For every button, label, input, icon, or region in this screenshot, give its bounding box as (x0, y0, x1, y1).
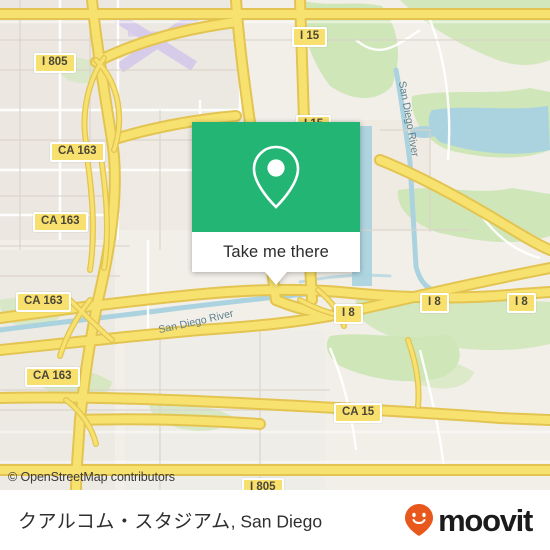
highway-shield-label: I 805 (250, 481, 276, 490)
moovit-pin-smiley-icon (405, 504, 434, 536)
highway-shield-label: CA 163 (41, 215, 80, 227)
take-me-there-button[interactable]: Take me there (192, 232, 360, 272)
highway-shield-label: CA 163 (24, 295, 63, 307)
footer-bar: クアルコム・スタジアム, San Diego moovit (0, 490, 550, 550)
place-city: San Diego (240, 511, 323, 532)
card-pin-area (192, 122, 360, 232)
highway-shield: I 8 (334, 304, 363, 324)
highway-shield: CA 163 (50, 142, 105, 162)
highway-shield-label: I 8 (515, 296, 528, 308)
place-name-jp: クアルコム・スタジアム (18, 511, 231, 533)
card-pointer-tip (265, 272, 287, 285)
take-me-there-label: Take me there (223, 242, 329, 261)
map-pin-icon (252, 145, 300, 209)
osm-attribution[interactable]: © OpenStreetMap contributors (8, 470, 175, 484)
highway-shield-label: CA 163 (33, 370, 72, 382)
highway-shield-label: I 15 (300, 30, 320, 42)
place-caption: クアルコム・スタジアム, San Diego (18, 507, 322, 534)
highway-shield-label: I 805 (42, 56, 68, 68)
map-screenshot: San Diego River San Diego River I 805 I 1… (0, 0, 550, 550)
highway-shield: I 8 (420, 293, 449, 313)
place-info-card[interactable]: Take me there (192, 122, 360, 285)
highway-shield: I 8 (507, 293, 536, 313)
highway-shield: CA 163 (25, 367, 80, 387)
caption-separator: , (230, 511, 241, 532)
moovit-brand[interactable]: moovit (404, 502, 533, 538)
highway-shield: CA 163 (16, 292, 71, 312)
highway-shield-label: I 8 (342, 307, 355, 319)
highway-shield-label: CA 163 (58, 145, 97, 157)
highway-shield-label: I 8 (428, 296, 441, 308)
highway-shield: I 15 (292, 27, 328, 47)
moovit-wordmark: moovit (438, 502, 533, 538)
highway-shield: CA 15 (334, 403, 383, 423)
highway-shield: CA 163 (33, 212, 88, 232)
highway-shield: I 805 (242, 478, 284, 490)
highway-shield: I 805 (34, 53, 76, 73)
highway-shield-label: CA 15 (342, 406, 375, 418)
